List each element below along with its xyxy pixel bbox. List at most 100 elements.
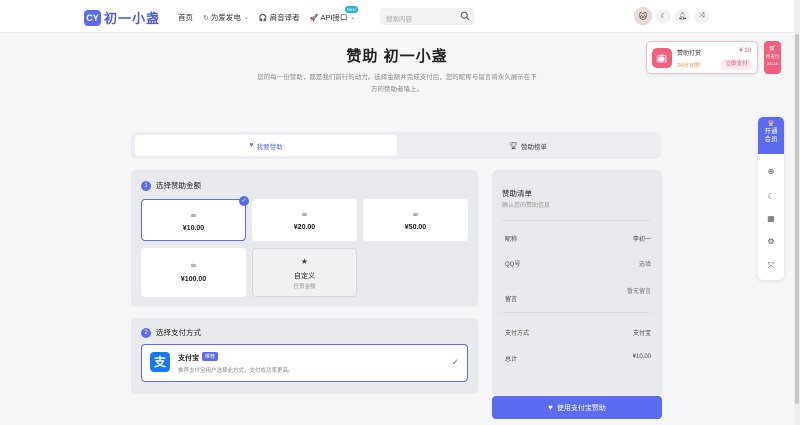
tab-donate[interactable]: ♥ 我要赞助 [135, 135, 397, 156]
chevron-down-icon: ⌄ [350, 15, 356, 21]
nav-power-label: 为爱发电 [210, 13, 241, 22]
popup-pay-button[interactable]: 立即支付 [721, 59, 752, 70]
search-icon[interactable] [460, 11, 470, 21]
payment-method-alipay[interactable]: 支 支付宝 推荐 推荐支付宝用户选择此方式，支付成功率更高。 ✓ [141, 344, 468, 382]
scrollbar[interactable] [794, 0, 800, 425]
nav-home-label: 首页 [178, 13, 193, 22]
popup-side-time: 24:16 [766, 61, 779, 66]
vip-button[interactable]: ♛ 开通 会员 [758, 117, 784, 154]
nav-translator[interactable]: 🎧 肩音译者 [259, 12, 300, 23]
summary-value: 李初一 [632, 237, 651, 243]
payment-method-name: 支付宝 [178, 355, 199, 362]
avatar[interactable]: 🐱 [634, 7, 652, 25]
gift-icon: 📺︎ [652, 48, 672, 68]
heart-icon: ♥ [249, 142, 254, 149]
top-header: CY 初一小盏 首页 ↻ 为爱发电 ⌄ 🎧 肩音译者 🚀 API接口 New ⌄… [0, 0, 794, 33]
coffee-icon: ☕︎ [189, 210, 198, 219]
custom-amount-sub: 任意金额 [293, 284, 316, 290]
step-number: 1 [141, 180, 151, 191]
main-nav: 首页 ↻ 为爱发电 ⌄ 🎧 肩音译者 🚀 API接口 New ⌄ [178, 6, 365, 23]
summary-key: 总计 [505, 357, 518, 363]
logo-mark: CY [84, 9, 101, 26]
amount-value: ¥20.00 [293, 224, 316, 231]
payment-card: 2 选择支付方式 支 支付宝 推荐 推荐支付宝用户选择此方式，支付成功率更高。 … [131, 318, 478, 394]
gear-icon[interactable]: ⚙ [766, 237, 776, 247]
page-subtitle: 您的每一份赞助，都是我们前行的动力。选择金额并完成支付后，您的昵称与留言将永久展… [257, 74, 537, 93]
summary-total: ¥10.00 [632, 354, 651, 360]
popup-countdown: 24分16秒 [677, 63, 701, 69]
check-icon: ✓ [451, 357, 459, 367]
popup-price: ¥ 10 [739, 48, 751, 54]
payment-section-heading: 2 选择支付方式 [141, 327, 201, 338]
nav-power[interactable]: ↻ 为爱发电 ⌄ [203, 12, 249, 23]
amount-option[interactable]: ✓ ☕︎ ¥10.00 [141, 196, 249, 241]
check-icon: ✓ [239, 196, 249, 206]
tab-ranking-label: 赞助榜单 [520, 143, 547, 151]
vip-line1: 开通 [764, 128, 778, 135]
popup-side-label: 待支付 [765, 54, 780, 59]
alipay-icon: 支 [150, 352, 170, 372]
summary-value: 选填 [638, 262, 651, 268]
custom-amount-label: 自定义 [294, 273, 315, 280]
shuffle-icon[interactable]: ⤨ [694, 8, 709, 24]
payment-method-desc: 推荐支付宝用户选择此方式，支付成功率更高。 [178, 368, 294, 374]
donate-submit-button[interactable]: ♥ 使用支付宝赞助 [492, 396, 662, 419]
new-badge: New [344, 6, 358, 13]
custom-amount-option[interactable]: ★ 自定义 任意金额 [252, 248, 357, 297]
amount-section-title: 选择赞助金额 [156, 181, 201, 190]
summary-card: 赞助清单 确认您的赞助信息 昵称 李初一 QQ号 选填 留言 暂无留言 支付方式… [492, 170, 662, 396]
logo-text: 初一小盏 [104, 11, 161, 26]
heart-icon: ♥ [548, 403, 553, 412]
summary-key: 支付方式 [505, 331, 530, 337]
fullscreen-icon[interactable]: ⤧ [766, 261, 776, 271]
scrollbar-thumb[interactable] [795, 34, 799, 404]
amount-option[interactable]: ☕︎ ¥100.00 [141, 248, 246, 297]
crown-icon: ♛ [767, 119, 775, 128]
trophy-icon: 🏆︎ [509, 142, 518, 150]
summary-title: 赞助清单 [502, 189, 532, 198]
summary-subtitle: 确认您的赞助信息 [502, 203, 551, 209]
tab-ranking[interactable]: 🏆︎ 赞助榜单 [397, 135, 659, 156]
coffee-icon: ☕︎ [300, 209, 309, 218]
nav-api[interactable]: 🚀 API接口 New ⌄ [309, 6, 358, 23]
search-placeholder: 搜索内容 [386, 15, 412, 23]
summary-key: 留言 [505, 297, 518, 303]
moon-icon[interactable]: ☾ [656, 8, 671, 24]
refresh-icon: ↻ [203, 14, 209, 22]
headphones-icon: 🎧 [258, 14, 268, 22]
coffee-icon: ☕︎ [411, 209, 420, 218]
amount-value: ¥10.00 [182, 225, 205, 232]
summary-key: 昵称 [505, 237, 518, 243]
amount-card: 1 选择赞助金额 ✓ ☕︎ ¥10.00 ☕︎ ¥20.00 ☕︎ ¥50.00… [131, 170, 478, 307]
nav-home[interactable]: 首页 [178, 12, 193, 23]
summary-value: 支付宝 [632, 331, 651, 337]
cart-icon: 🛒︎ [768, 46, 777, 52]
star-icon: ★ [300, 257, 309, 266]
summary-value: 暂无留言 [626, 289, 651, 295]
amount-value: ¥50.00 [404, 224, 427, 231]
bell-icon[interactable]: 🔔︎ [675, 8, 690, 24]
moon-icon[interactable]: ☾ [766, 192, 776, 202]
amount-option[interactable]: ☕︎ ¥50.00 [363, 199, 468, 241]
donate-popup[interactable]: 📺︎ 赞助打赏 24分16秒 ¥ 10 立即支付 [646, 41, 758, 74]
divider [502, 312, 650, 313]
step-number: 2 [141, 327, 151, 338]
amount-option[interactable]: ☕︎ ¥20.00 [252, 199, 357, 241]
tab-donate-label: 我要赞助 [256, 143, 283, 151]
payment-section-title: 选择支付方式 [156, 328, 201, 337]
popup-side-tab[interactable]: 🛒︎ 待支付 24:16 [764, 41, 781, 74]
amount-section-heading: 1 选择赞助金额 [141, 180, 201, 191]
vip-line2: 会员 [764, 136, 778, 143]
site-logo[interactable]: CY 初一小盏 [84, 8, 160, 27]
rocket-icon: 🚀 [309, 14, 319, 22]
popup-title: 赞助打赏 [677, 51, 702, 57]
floating-toolbar: ♛ 开通 会员 ⊕ ☾ ▦ ⚙ ⤧ [758, 117, 784, 280]
amount-value: ¥100.00 [180, 276, 207, 283]
divider [502, 220, 650, 221]
search-input[interactable]: 搜索内容 [380, 8, 475, 25]
plus-circle-icon[interactable]: ⊕ [766, 167, 776, 177]
summary-key: QQ号 [505, 262, 521, 268]
donate-submit-label: 使用支付宝赞助 [556, 404, 606, 412]
coffee-icon: ☕︎ [189, 260, 198, 269]
qrcode-icon[interactable]: ▦ [766, 214, 776, 224]
